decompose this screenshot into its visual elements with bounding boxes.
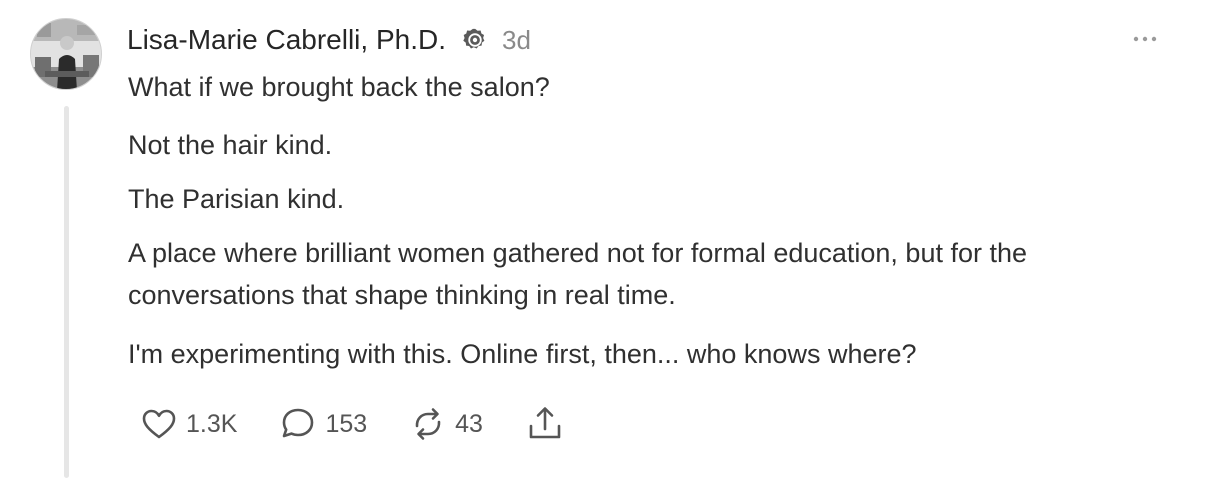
share-button[interactable] (525, 404, 565, 444)
post-paragraph: A place where brilliant women gathered n… (128, 238, 1028, 310)
share-upload-icon (529, 407, 561, 439)
comment-bubble-icon (283, 408, 314, 438)
more-options-icon[interactable] (1130, 24, 1160, 54)
comment-button[interactable]: 153 (279, 405, 367, 443)
repost-count: 43 (455, 409, 483, 438)
post-actions: 1.3K 153 43 (140, 402, 607, 446)
post-paragraph: What if we brought back the salon? (128, 72, 550, 102)
comment-count: 153 (325, 409, 368, 438)
author-avatar[interactable] (30, 18, 102, 90)
post-paragraph: The Parisian kind. (128, 184, 345, 214)
avatar-photo (31, 19, 101, 89)
thread-line (64, 106, 69, 478)
post-card: Lisa-Marie Cabrelli, Ph.D. 3d What if we… (0, 0, 1210, 484)
repost-arrows-icon (415, 408, 441, 440)
post-timestamp: 3d (502, 24, 531, 55)
post-header: Lisa-Marie Cabrelli, Ph.D. 3d (127, 20, 531, 60)
verified-badge-icon (462, 27, 488, 53)
post-paragraph: I'm experimenting with this. Online firs… (128, 339, 917, 369)
like-button[interactable]: 1.3K (140, 405, 237, 443)
author-name[interactable]: Lisa-Marie Cabrelli, Ph.D. (127, 24, 446, 56)
post-paragraph: Not the hair kind. (128, 130, 333, 160)
like-count: 1.3K (186, 409, 238, 438)
heart-icon (142, 409, 176, 439)
repost-button[interactable]: 43 (409, 405, 483, 443)
